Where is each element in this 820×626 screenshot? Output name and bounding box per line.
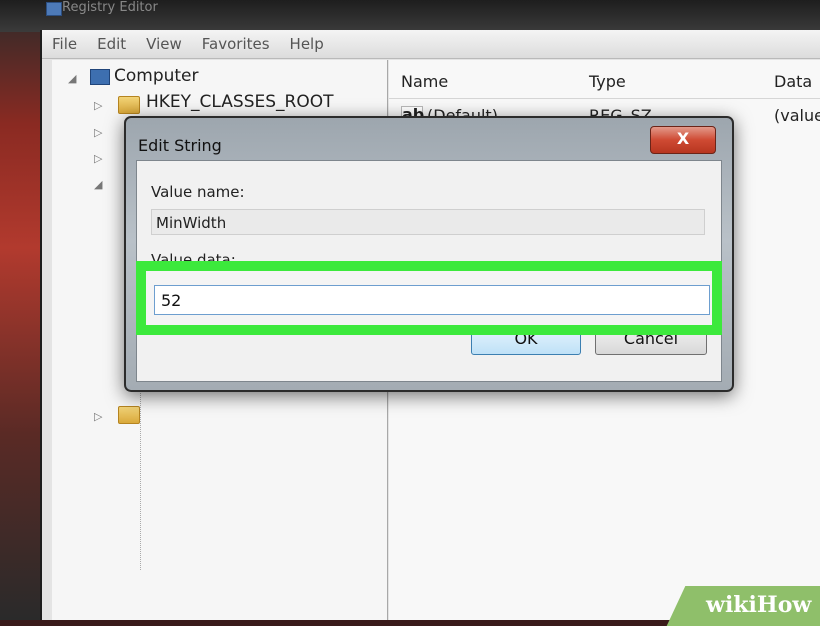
column-header-data[interactable]: Data (774, 72, 812, 91)
computer-icon (90, 69, 110, 85)
collapse-arrow-icon[interactable]: ▷ (94, 99, 102, 112)
menu-file[interactable]: File (42, 35, 87, 53)
menu-help[interactable]: Help (280, 35, 334, 53)
list-header: Name Type Data (389, 60, 820, 99)
window-title: Registry Editor (62, 0, 158, 15)
menu-view[interactable]: View (136, 35, 192, 53)
dialog-title: Edit String (138, 136, 222, 155)
value-data-input[interactable] (154, 285, 710, 315)
column-header-type[interactable]: Type (589, 72, 626, 91)
expand-arrow-icon[interactable]: ◢ (68, 72, 76, 85)
folder-icon (118, 406, 140, 424)
registry-app-icon (46, 2, 62, 16)
wikihow-logo: wikiHow (706, 592, 811, 618)
how-text: How (756, 592, 812, 618)
close-button[interactable]: X (650, 126, 716, 154)
collapse-arrow-icon[interactable]: ▷ (94, 410, 102, 423)
highlight-box (136, 261, 722, 335)
value-name-label: Value name: (151, 183, 245, 201)
wiki-text: wiki (706, 592, 757, 618)
collapse-arrow-icon[interactable]: ▷ (94, 152, 102, 165)
folder-icon (118, 96, 140, 114)
background-left (0, 0, 40, 620)
highlight-inner (146, 271, 712, 325)
menu-edit[interactable]: Edit (87, 35, 136, 53)
collapse-arrow-icon[interactable]: ▷ (94, 126, 102, 139)
menubar: File Edit View Favorites Help (42, 30, 820, 59)
value-name-field: MinWidth (151, 209, 705, 235)
tree-item-computer[interactable]: Computer (114, 66, 199, 86)
column-header-name[interactable]: Name (401, 72, 448, 91)
menu-favorites[interactable]: Favorites (192, 35, 280, 53)
expand-arrow-icon[interactable]: ◢ (94, 178, 102, 191)
tree-item-hkey-classes-root[interactable]: HKEY_CLASSES_ROOT (146, 92, 334, 112)
value-data-cell: (value (774, 106, 820, 125)
edit-string-dialog: Edit String X Value name: MinWidth Value… (124, 116, 734, 392)
